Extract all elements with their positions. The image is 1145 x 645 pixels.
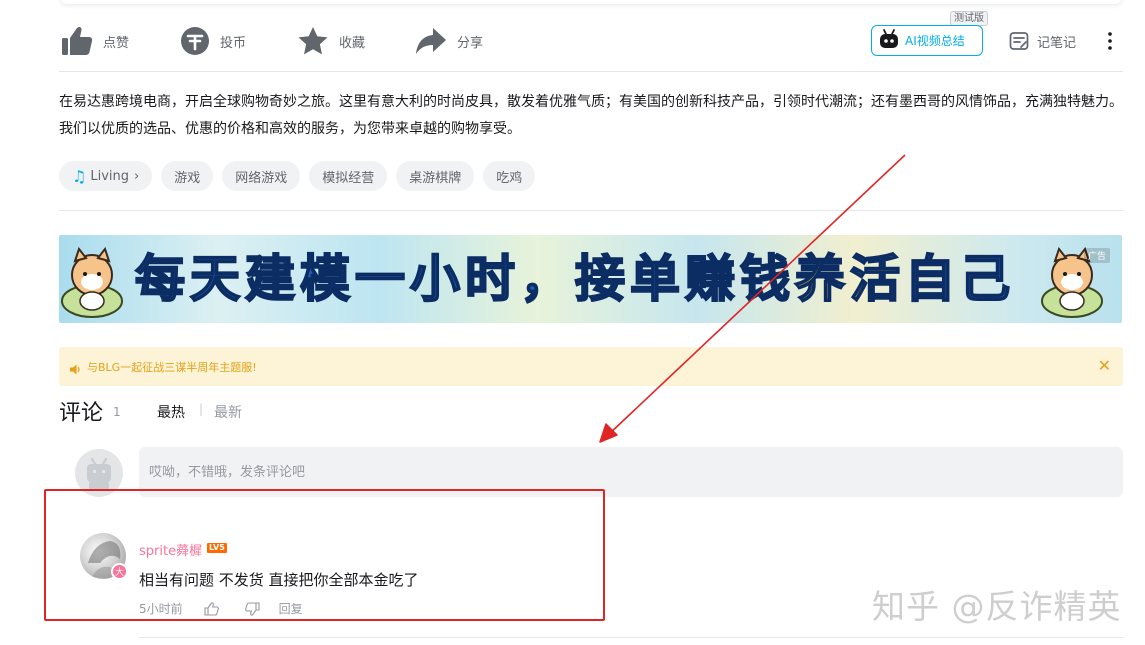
sort-separator: | (199, 402, 204, 416)
ad-label: 广告 (1083, 248, 1110, 263)
coin-icon (180, 26, 210, 56)
notice-text: 与BLG一起征战三谋半周年主题服! (87, 361, 257, 374)
tag-item[interactable]: 吃鸡 (483, 161, 536, 191)
video-info-card-edge (60, 0, 1122, 4)
watermark-text: 知乎 @反诈精英 (872, 587, 1122, 626)
ad-banner[interactable]: 每天建模一小时，接单赚钱养活自己 广告 (59, 235, 1122, 323)
notice-bar[interactable]: 与BLG一起征战三谋半周年主题服! ✕ (59, 347, 1123, 386)
speaker-icon (69, 360, 81, 379)
tag-list: ♫ Living › 游戏 网络游戏 模拟经营 桌游棋牌 吃鸡 (59, 161, 536, 191)
notes-icon (1009, 31, 1029, 51)
sort-new-tab[interactable]: 最新 (214, 402, 242, 422)
banner-slogan: 每天建模一小时，接单赚钱养活自己 (134, 249, 1015, 309)
comments-title: 评论 (59, 401, 104, 426)
tag-music[interactable]: ♫ Living › (59, 161, 153, 191)
tag-item[interactable]: 模拟经营 (309, 161, 388, 191)
shiba-mascot-icon (61, 246, 123, 318)
more-options-icon[interactable] (1104, 30, 1116, 56)
tags-divider (59, 210, 1123, 211)
tag-item[interactable]: 游戏 (161, 161, 214, 191)
like-button[interactable]: 点赞 (61, 25, 129, 57)
notes-label: 记笔记 (1037, 35, 1077, 51)
share-button[interactable]: 分享 (415, 25, 483, 57)
close-icon[interactable]: ✕ (1098, 358, 1111, 374)
ai-summary-label: AI视频总结 (905, 34, 965, 48)
sort-hot-tab[interactable]: 最热 (157, 402, 185, 422)
toolbar-divider (59, 71, 1123, 72)
coin-label: 投币 (220, 35, 247, 51)
star-icon (297, 26, 329, 56)
share-label: 分享 (457, 35, 484, 51)
music-note-icon: ♫ (72, 166, 87, 186)
tag-item[interactable]: 桌游棋牌 (396, 161, 475, 191)
thumbs-up-icon (61, 26, 93, 56)
favorite-button[interactable]: 收藏 (297, 25, 365, 57)
favorite-label: 收藏 (339, 35, 366, 51)
share-arrow-icon (415, 26, 447, 56)
ai-summary-button[interactable]: AI视频总结 (871, 25, 983, 56)
tag-item[interactable]: 网络游戏 (222, 161, 301, 191)
video-description: 在易达惠跨境电商，开启全球购物奇妙之旅。这里有意大利的时尚皮具，散发着优雅气质；… (59, 94, 1123, 137)
comment-divider (139, 637, 1123, 638)
notes-button[interactable]: 记笔记 (1009, 25, 1076, 57)
like-label: 点赞 (103, 35, 130, 51)
tag-music-label: Living (90, 168, 129, 184)
highlight-box (44, 489, 605, 621)
coin-button[interactable]: 投币 (180, 25, 246, 57)
chevron-right-icon: › (134, 168, 140, 184)
robot-icon (878, 28, 900, 54)
comments-count: 1 (113, 405, 121, 419)
beta-badge: 测试版 (950, 11, 988, 26)
